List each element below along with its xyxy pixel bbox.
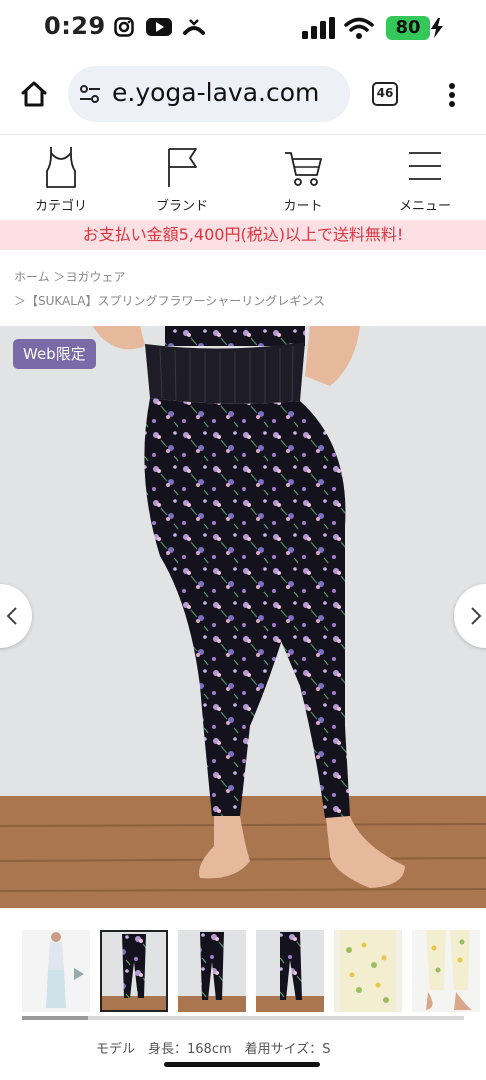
- status-time: 0:29: [44, 12, 106, 40]
- url-text[interactable]: e.yoga-lava.com: [112, 78, 319, 107]
- nav-label: ブランド: [155, 199, 208, 214]
- nav-item-brand[interactable]: ブランド: [127, 135, 237, 221]
- web-limited-badge: Web限定: [13, 339, 96, 369]
- model-caption: モデル 身長：168cm 着用サイズ：S: [0, 1028, 486, 1058]
- breadcrumb: ホーム ＞ヨガウェア ＞【SUKALA】スプリングフラワーシャーリングレギンス: [0, 250, 486, 326]
- thumbnail[interactable]: [178, 930, 246, 1012]
- browser-toolbar: e.yoga-lava.com 46: [0, 54, 486, 134]
- flag-icon: [168, 148, 197, 187]
- nav-label: メニュー: [398, 199, 451, 214]
- nav-item-menu[interactable]: メニュー: [370, 135, 480, 221]
- wifi-icon: [344, 17, 374, 39]
- breadcrumb-line-2[interactable]: ＞【SUKALA】スプリングフラワーシャーリングレギンス: [14, 292, 325, 309]
- thumbnail-strip: [0, 908, 486, 1028]
- youtube-icon: [146, 18, 172, 36]
- product-image-carousel[interactable]: Web限定: [0, 326, 486, 908]
- cart-icon: [285, 152, 322, 186]
- free-shipping-banner[interactable]: お支払い金額5,400円(税込)以上で送料無料!: [0, 220, 486, 250]
- overflow-menu-icon[interactable]: [446, 82, 458, 108]
- thumbnail-scrollbar-thumb[interactable]: [22, 1016, 88, 1020]
- home-indicator[interactable]: [164, 1062, 320, 1067]
- missed-call-icon: [183, 19, 205, 35]
- status-bar: 0:29 80: [0, 0, 486, 54]
- chevron-right-icon: [471, 607, 482, 625]
- thumbnail[interactable]: [22, 930, 90, 1012]
- nav-item-cart[interactable]: カート: [248, 135, 358, 221]
- instagram-icon: [114, 17, 134, 37]
- nav-label: カート: [283, 199, 323, 214]
- signal-icon: [302, 17, 335, 39]
- tab-switcher-button[interactable]: 46: [372, 82, 398, 106]
- battery-indicator: 80: [386, 16, 430, 40]
- thumbnail[interactable]: [412, 930, 480, 1012]
- tanktop-icon: [46, 147, 76, 188]
- address-bar[interactable]: e.yoga-lava.com: [68, 66, 350, 122]
- nav-label: カテゴリ: [34, 199, 87, 214]
- site-settings-icon[interactable]: [78, 82, 102, 106]
- chevron-left-icon: [6, 607, 17, 625]
- nav-item-category[interactable]: カテゴリ: [6, 135, 116, 221]
- home-icon[interactable]: [20, 80, 48, 108]
- product-photo: [0, 326, 486, 908]
- thumbnail-scrollbar[interactable]: [22, 1016, 464, 1020]
- charging-bolt-icon: [431, 18, 443, 38]
- thumbnail[interactable]: [256, 930, 324, 1012]
- hamburger-icon: [409, 152, 441, 180]
- thumbnail[interactable]: [334, 930, 402, 1012]
- breadcrumb-line-1[interactable]: ホーム ＞ヨガウェア: [14, 268, 125, 285]
- caption-text: モデル 身長：168cm 着用サイズ：S: [96, 1042, 331, 1057]
- thumbnail-selected[interactable]: [100, 930, 168, 1012]
- site-header-nav: カテゴリ ブランド カート メニュー: [0, 134, 486, 220]
